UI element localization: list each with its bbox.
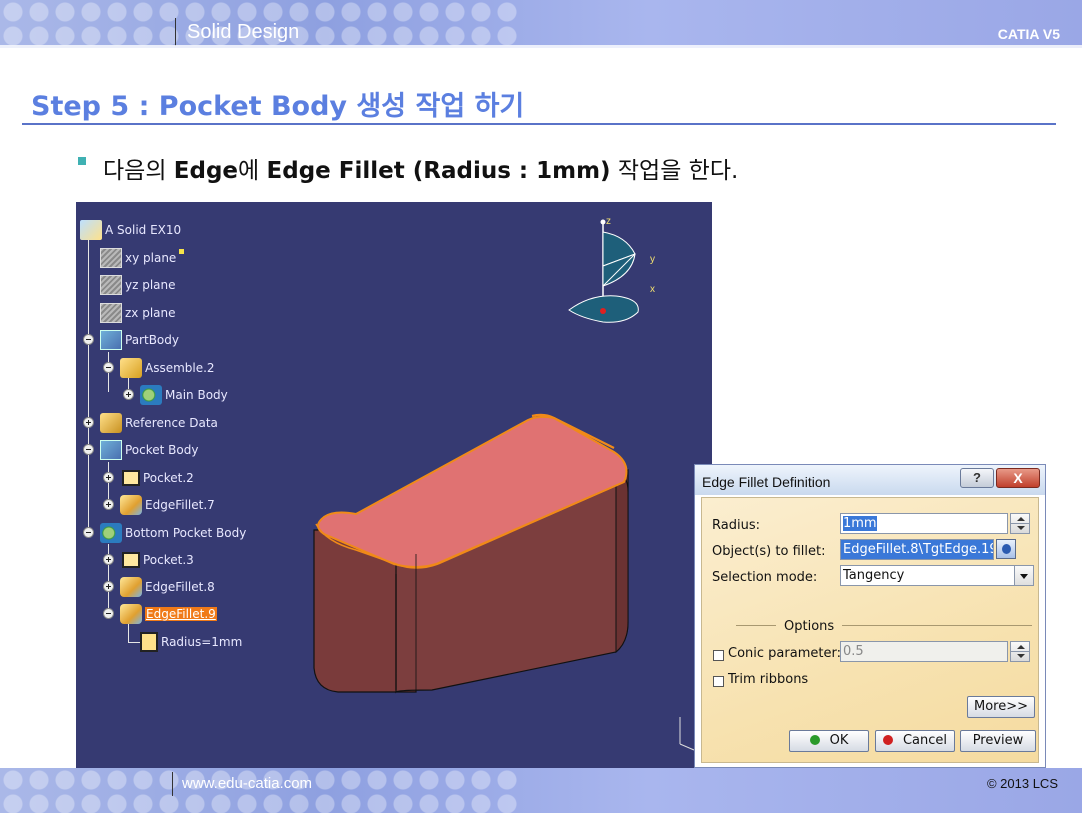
instruction-edge: Edge	[173, 158, 239, 184]
solid-model[interactable]	[76, 202, 712, 768]
conic-parameter-checkbox[interactable]	[713, 650, 724, 661]
preview-button[interactable]: Preview	[960, 730, 1036, 752]
instruction-mid: 에	[238, 158, 267, 184]
bullet-icon	[78, 157, 86, 165]
dialog-titlebar[interactable]: Edge Fillet Definition ? X	[695, 465, 1045, 495]
cancel-button[interactable]: Cancel	[875, 730, 955, 752]
objects-field[interactable]: EdgeFillet.8\TgtEdge.19	[840, 539, 994, 560]
selection-mode-value: Tangency	[843, 568, 905, 583]
slide-page: Solid Design CATIA V5 Step 5 : Pocket Bo…	[0, 0, 1082, 813]
conic-parameter-label: Conic parameter:	[728, 646, 841, 661]
instruction-text: 다음의 Edge에 Edge Fillet (Radius : 1mm) 작업을…	[103, 151, 738, 185]
dialog-title: Edge Fillet Definition	[702, 474, 831, 490]
dropdown-arrow-icon[interactable]	[1014, 566, 1033, 585]
edge-fillet-dialog: Edge Fillet Definition ? X Radius: 1mm O…	[694, 464, 1046, 768]
objects-value: EdgeFillet.8\TgtEdge.19	[843, 542, 994, 557]
options-label: Options	[784, 619, 835, 634]
ok-icon	[809, 735, 820, 745]
footer-copyright: © 2013 LCS	[986, 776, 1058, 791]
trim-ribbons-checkbox[interactable]	[713, 676, 724, 687]
options-group-line	[736, 625, 776, 626]
slide-header: Solid Design CATIA V5	[0, 0, 1082, 48]
conic-parameter-spinner[interactable]	[1010, 641, 1030, 662]
help-button[interactable]: ?	[960, 468, 994, 488]
dialog-body: Radius: 1mm Object(s) to fillet: EdgeFil…	[701, 497, 1039, 763]
section-title: Solid Design	[187, 21, 300, 43]
selection-mode-select[interactable]: Tangency	[840, 565, 1034, 586]
solid-right-edge	[615, 471, 629, 654]
cancel-label: Cancel	[902, 733, 948, 748]
header-separator	[175, 18, 176, 46]
radius-label: Radius:	[712, 518, 760, 533]
radius-spinner[interactable]	[1010, 513, 1030, 534]
header-rule	[0, 45, 1082, 48]
options-group-line	[842, 625, 1032, 626]
more-button[interactable]: More>>	[967, 696, 1035, 718]
ok-button[interactable]: OK	[789, 730, 869, 752]
instruction-prefix: 다음의	[103, 158, 174, 184]
objects-label: Object(s) to fillet:	[712, 544, 826, 559]
footer-separator	[172, 772, 173, 796]
close-button[interactable]: X	[996, 468, 1040, 488]
catia-viewport[interactable]: A Solid EX10 xy plane yz plane zx plane …	[76, 202, 712, 768]
conic-parameter-input[interactable]: 0.5	[840, 641, 1008, 662]
instruction-suffix: 작업을 한다.	[610, 158, 739, 184]
ok-label: OK	[829, 733, 849, 748]
slide-footer: www.edu-catia.com © 2013 LCS	[0, 768, 1082, 813]
product-name: CATIA V5	[997, 26, 1060, 42]
title-rule	[22, 123, 1056, 125]
conic-parameter-value: 0.5	[843, 644, 864, 659]
cancel-icon	[882, 735, 893, 745]
trim-ribbons-label: Trim ribbons	[728, 672, 809, 687]
selection-mode-label: Selection mode:	[712, 570, 818, 585]
footer-site-link[interactable]: www.edu-catia.com	[182, 775, 312, 792]
radius-value: 1mm	[843, 516, 877, 531]
step-title: Step 5 : Pocket Body 생성 작업 하기	[31, 91, 525, 122]
radius-input[interactable]: 1mm	[840, 513, 1008, 534]
objects-selector-icon[interactable]	[996, 539, 1016, 559]
instruction-fillet: Edge Fillet (Radius : 1mm)	[266, 158, 611, 184]
